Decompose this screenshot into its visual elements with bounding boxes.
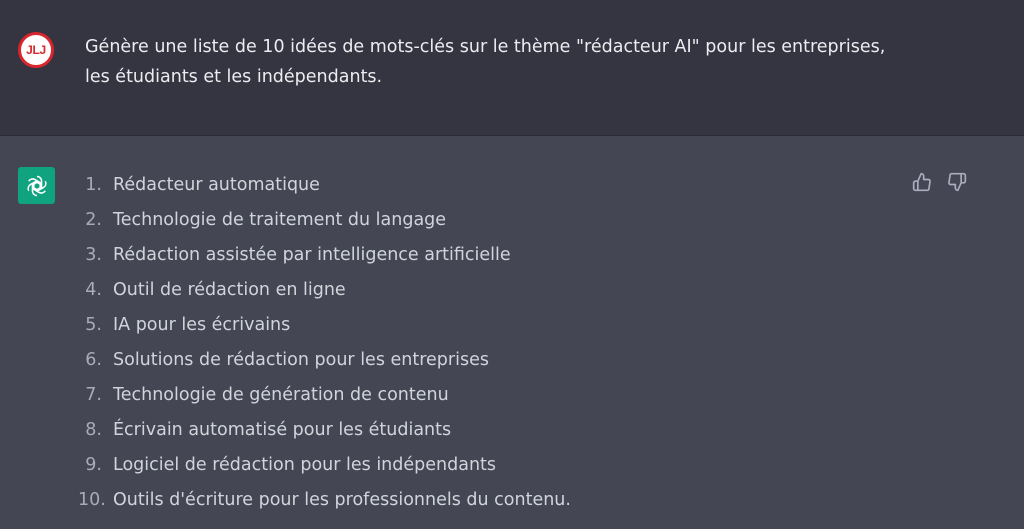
list-item-number: 5. <box>85 315 102 335</box>
list-item-text: Technologie de génération de contenu <box>113 385 449 405</box>
list-item: 8. Écrivain automatisé pour les étudiants <box>78 415 571 450</box>
list-item-number: 2. <box>85 210 102 230</box>
list-item-number: 3. <box>85 245 102 265</box>
list-item: 3. Rédaction assistée par intelligence ar… <box>78 240 571 275</box>
list-item-text: Solutions de rédaction pour les entrepri… <box>113 350 489 370</box>
thumbs-up-icon[interactable] <box>910 170 934 194</box>
list-item-number: 4. <box>85 280 102 300</box>
list-item-text: Rédaction assistée par intelligence arti… <box>113 245 511 265</box>
list-item-text: IA pour les écrivains <box>113 315 291 335</box>
user-message-row: JLJ Génère une liste de 10 idées de mots… <box>0 0 1024 136</box>
list-item-number: 1. <box>85 175 102 195</box>
thumbs-down-icon[interactable] <box>945 170 969 194</box>
list-item: 5. IA pour les écrivains <box>78 310 571 345</box>
list-item-number: 7. <box>85 385 102 405</box>
list-item-text: Technologie de traitement du langage <box>113 210 447 230</box>
list-item: 6. Solutions de rédaction pour les entrep… <box>78 345 571 380</box>
list-item-number: 9. <box>85 455 102 475</box>
list-item-text: Écrivain automatisé pour les étudiants <box>113 420 452 440</box>
list-item-number: 6. <box>85 350 102 370</box>
list-item: 9. Logiciel de rédaction pour les indépen… <box>78 450 571 485</box>
keyword-list: 1. Rédacteur automatique 2. Technologie de … <box>78 170 571 520</box>
list-item-text: Rédacteur automatique <box>113 175 320 195</box>
list-item-text: Outils d'écriture pour les professionnel… <box>113 490 571 510</box>
list-item-text: Outil de rédaction en ligne <box>113 280 346 300</box>
list-item: 4. Outil de rédaction en ligne <box>78 275 571 310</box>
user-avatar: JLJ <box>18 32 54 68</box>
list-item-number: 8. <box>85 420 102 440</box>
list-item: 2. Technologie de traitement du langage <box>78 205 571 240</box>
assistant-message-row: 1. Rédacteur automatique 2. Technologie de … <box>0 136 1024 529</box>
list-item: 7. Technologie de génération de contenu <box>78 380 571 415</box>
list-item-number: 10. <box>78 490 106 510</box>
list-item: 10. Outils d'écriture pour les profession… <box>78 485 571 520</box>
list-item: 1. Rédacteur automatique <box>78 170 571 205</box>
user-message-text: Génère une liste de 10 idées de mots-clé… <box>85 37 886 87</box>
openai-logo-icon <box>18 167 55 204</box>
list-item-text: Logiciel de rédaction pour les indépenda… <box>113 455 497 475</box>
